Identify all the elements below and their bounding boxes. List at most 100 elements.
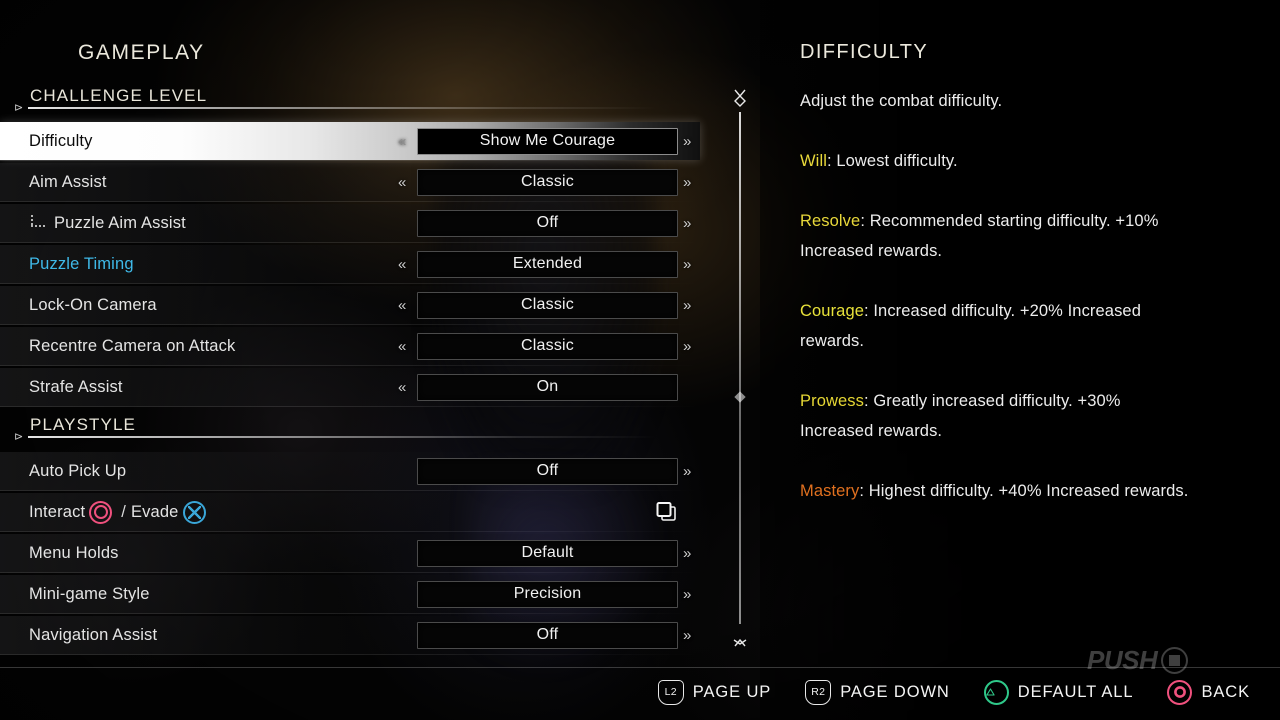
setting-value-text: Precision xyxy=(513,585,582,602)
circle-button-icon xyxy=(89,500,113,524)
setting-row-strafe-assist[interactable]: Strafe Assist « On xyxy=(0,368,712,407)
swap-bindings-icon[interactable] xyxy=(653,499,679,525)
setting-value-text: Default xyxy=(521,544,574,561)
scrollbar[interactable] xyxy=(728,88,752,648)
setting-value-box[interactable]: Off xyxy=(417,621,678,649)
detail-title: DIFFICULTY xyxy=(800,41,929,63)
setting-row-puzzle-timing[interactable]: Puzzle Timing « » Extended xyxy=(0,245,712,284)
increment-arrow-icon[interactable]: » xyxy=(683,545,691,562)
triangle-button-icon xyxy=(983,679,1009,705)
prompt-page-down[interactable]: R2 PAGE DOWN xyxy=(805,679,950,705)
setting-label: Navigation Assist xyxy=(29,626,157,645)
section-header-playstyle: PLAYSTYLE ⊳ xyxy=(14,415,712,443)
setting-value-text: Classic xyxy=(521,337,574,354)
setting-label: Difficulty xyxy=(29,132,93,151)
difficulty-entry-prowess: Prowess: Greatly increased difficulty. +… xyxy=(800,386,1192,446)
prompt-default-all[interactable]: DEFAULT ALL xyxy=(983,679,1134,705)
tree-branch-icon xyxy=(29,215,47,230)
row-separator xyxy=(0,490,700,491)
setting-value-box[interactable]: Classic xyxy=(417,168,678,196)
setting-row-aim-assist[interactable]: Aim Assist « » Classic xyxy=(0,163,712,202)
setting-value-box[interactable]: Show Me Courage xyxy=(417,127,678,155)
setting-value-box[interactable]: On xyxy=(417,373,678,401)
difficulty-entry-will: Will: Lowest difficulty. xyxy=(800,146,1192,176)
difficulty-separator: : xyxy=(826,152,837,170)
increment-arrow-icon[interactable]: » xyxy=(683,627,691,644)
setting-label: Recentre Camera on Attack xyxy=(29,337,235,356)
difficulty-description: Lowest difficulty. xyxy=(836,152,958,170)
setting-value-box[interactable]: Default xyxy=(417,539,678,567)
setting-row-difficulty[interactable]: Difficulty « » Show Me Courage xyxy=(0,122,712,161)
setting-label-text: Menu Holds xyxy=(29,543,119,562)
scrollbar-thumb-node[interactable] xyxy=(734,391,746,403)
difficulty-term: Will xyxy=(800,152,827,170)
l2-trigger-icon: L2 xyxy=(657,679,684,705)
setting-value-box[interactable]: Extended xyxy=(417,250,678,278)
row-separator xyxy=(0,324,700,325)
setting-label: Puzzle Timing xyxy=(29,255,134,274)
game-settings-screen: GAMEPLAY CHALLENGE LEVEL ⊳ Difficulty « » Sho… xyxy=(0,0,1280,720)
setting-row-recentre-camera-on-attack[interactable]: Recentre Camera on Attack « » Classic xyxy=(0,327,712,366)
increment-arrow-icon[interactable]: » xyxy=(683,256,691,273)
setting-value-text: Show Me Courage xyxy=(479,132,616,149)
decrement-arrow-icon[interactable]: « xyxy=(398,174,406,191)
setting-row-menu-holds[interactable]: Menu Holds » Default xyxy=(0,534,712,573)
setting-row-interact[interactable]: Interact / Evade xyxy=(0,493,712,532)
setting-row-auto-pick-up[interactable]: Auto Pick Up » Off xyxy=(0,452,712,491)
setting-label: Interact / Evade xyxy=(29,500,210,524)
row-separator xyxy=(0,201,700,202)
setting-label-text: Navigation Assist xyxy=(29,625,158,644)
trigger-label: L2 xyxy=(664,686,677,698)
decrement-arrow-icon[interactable]: « xyxy=(398,338,406,355)
setting-label: Lock-On Camera xyxy=(29,296,157,315)
increment-arrow-icon[interactable]: » xyxy=(683,463,691,480)
row-separator xyxy=(0,242,700,243)
prompt-page-up[interactable]: L2 PAGE UP xyxy=(657,679,771,705)
setting-value-box[interactable]: Classic xyxy=(417,291,678,319)
scrollbar-bottom-cap xyxy=(728,624,752,648)
setting-label: Auto Pick Up xyxy=(29,462,126,481)
difficulty-separator: : xyxy=(864,302,874,320)
setting-value-box[interactable]: Off xyxy=(417,209,678,237)
section-marker-icon: ⊳ xyxy=(14,102,24,114)
row-separator xyxy=(0,572,700,573)
decrement-arrow-icon[interactable]: « xyxy=(398,379,406,396)
row-separator xyxy=(0,654,700,655)
setting-label-text-2: Evade xyxy=(130,502,179,521)
increment-arrow-icon[interactable]: » xyxy=(683,215,691,232)
decrement-arrow-icon[interactable]: « xyxy=(398,256,406,273)
prompt-back[interactable]: BACK xyxy=(1167,679,1250,705)
setting-label: Aim Assist xyxy=(29,173,107,192)
trigger-label: R2 xyxy=(811,686,826,698)
page-title: GAMEPLAY xyxy=(78,41,205,64)
setting-row-puzzle-aim-assist[interactable]: Puzzle Aim Assist » Off xyxy=(0,204,712,243)
increment-arrow-icon[interactable]: » xyxy=(683,297,691,314)
button-prompt-bar: L2 PAGE UP R2 PAGE DOWN DEFAULT ALL BACK xyxy=(0,664,1280,720)
setting-row-mini-game-style[interactable]: Mini-game Style » Precision xyxy=(0,575,712,614)
setting-value-text: Off xyxy=(536,626,559,643)
detail-intro: Adjust the combat difficulty. xyxy=(800,92,1003,110)
prompt-label: DEFAULT ALL xyxy=(1017,682,1134,701)
setting-row-navigation-assist[interactable]: Navigation Assist » Off xyxy=(0,616,712,655)
scrollbar-track[interactable] xyxy=(739,112,741,624)
increment-arrow-icon[interactable]: » xyxy=(683,586,691,603)
setting-label-text: Difficulty xyxy=(29,131,93,150)
difficulty-term: Mastery xyxy=(800,482,860,500)
setting-value-box[interactable]: Classic xyxy=(417,332,678,360)
setting-label-text: Interact xyxy=(29,502,86,521)
setting-value-text: Classic xyxy=(521,173,574,190)
scrollbar-top-cap xyxy=(728,88,752,112)
increment-arrow-icon[interactable]: » xyxy=(683,133,691,150)
increment-arrow-icon[interactable]: » xyxy=(683,338,691,355)
setting-row-lock-on-camera[interactable]: Lock-On Camera « » Classic xyxy=(0,286,712,325)
row-separator xyxy=(0,613,700,614)
increment-arrow-icon[interactable]: » xyxy=(683,174,691,191)
difficulty-entry-mastery: Mastery: Highest difficulty. +40% Increa… xyxy=(800,476,1192,506)
difficulty-separator: : xyxy=(863,392,874,410)
section-divider: ⊳ xyxy=(14,103,712,114)
row-separator xyxy=(0,531,700,532)
decrement-arrow-icon[interactable]: « xyxy=(398,297,406,314)
setting-value-box[interactable]: Off xyxy=(417,457,678,485)
decrement-arrow-icon[interactable]: « xyxy=(398,133,406,150)
setting-value-box[interactable]: Precision xyxy=(417,580,678,608)
